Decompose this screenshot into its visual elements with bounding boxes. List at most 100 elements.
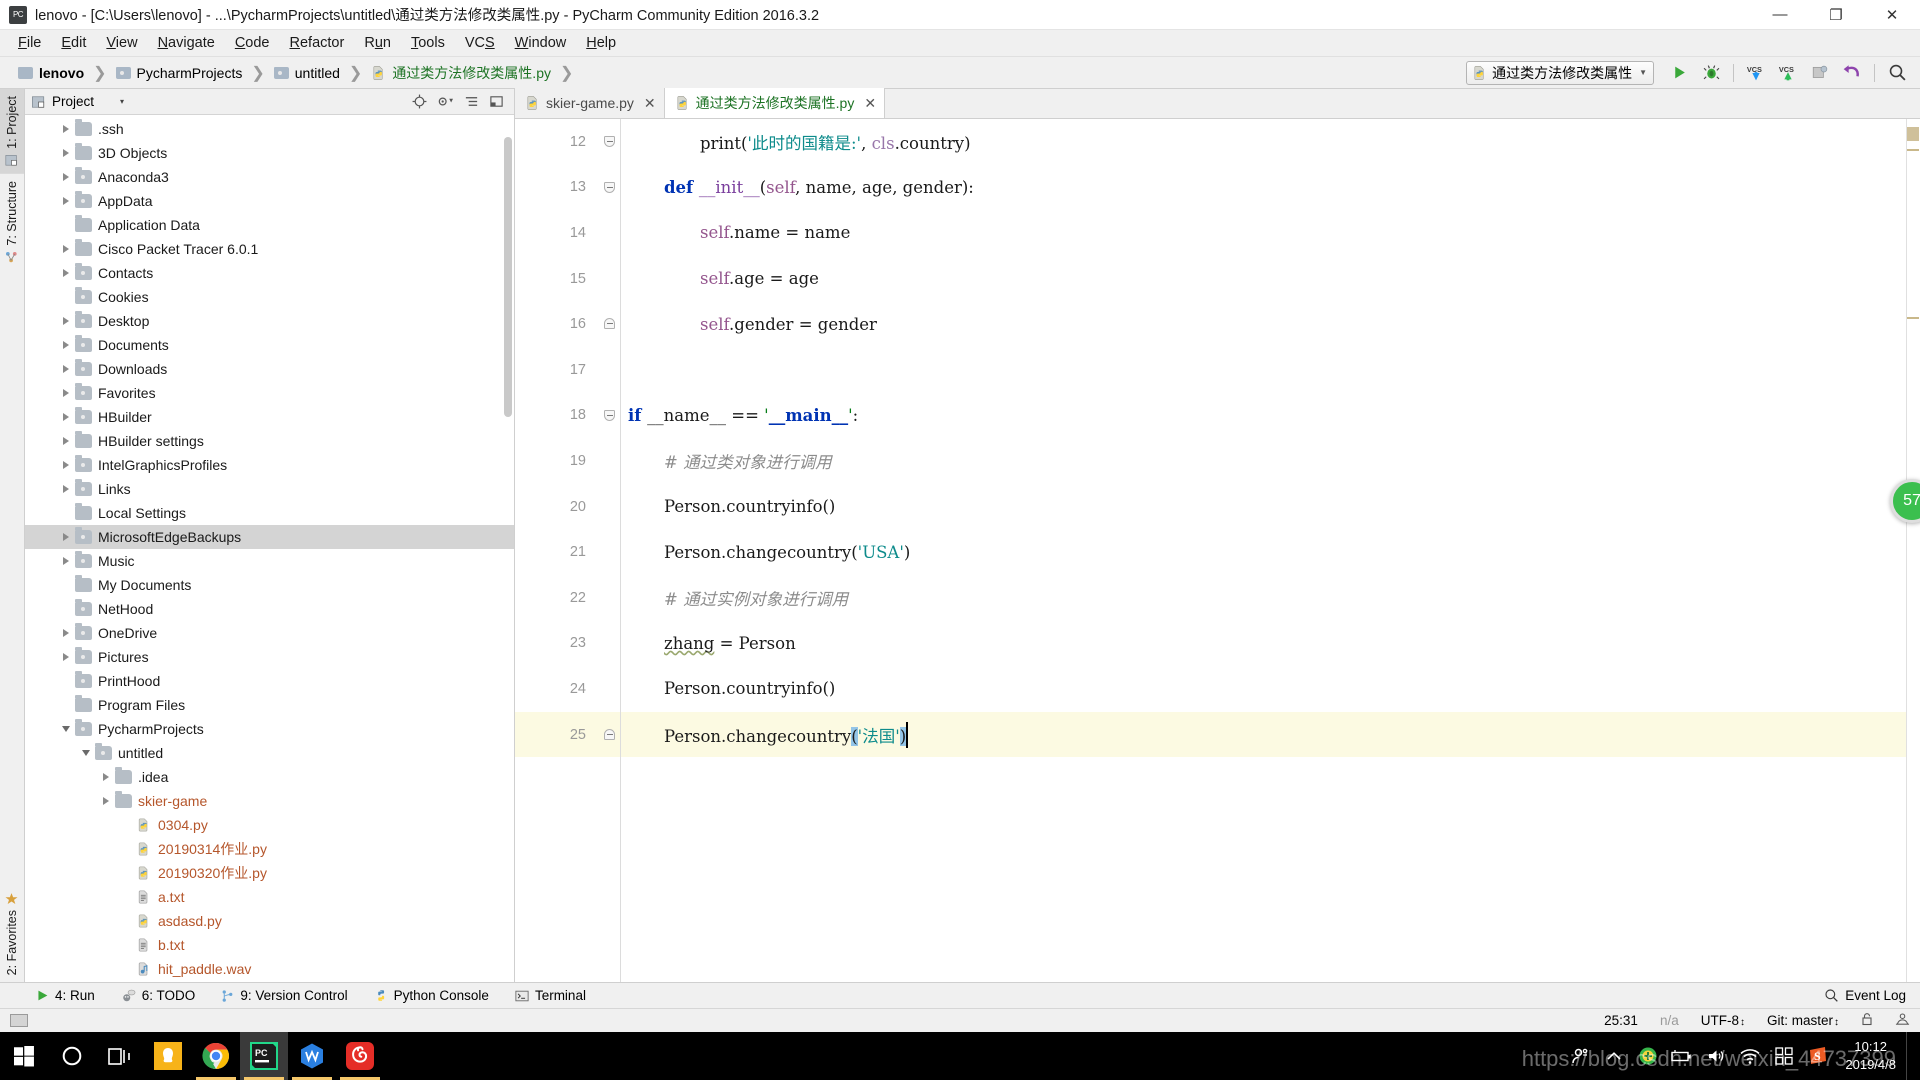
- code-text[interactable]: def __init__(self, name, age, gender):: [664, 178, 974, 197]
- code-text[interactable]: self.name = name: [700, 223, 850, 242]
- tree-node-asdasd-py[interactable]: asdasd.py: [25, 909, 514, 933]
- tree-node-onedrive[interactable]: OneDrive: [25, 621, 514, 645]
- security-icon[interactable]: [1631, 1032, 1665, 1080]
- chevron-right-icon[interactable]: [59, 147, 72, 160]
- tree-node-3d-objects[interactable]: 3D Objects: [25, 141, 514, 165]
- fold-gutter-cell[interactable]: [600, 621, 620, 667]
- code-line-22[interactable]: 22 # 通过实例对象进行调用: [515, 575, 1906, 621]
- battery-icon[interactable]: [1665, 1032, 1699, 1080]
- tree-node-downloads[interactable]: Downloads: [25, 357, 514, 381]
- fold-marker[interactable]: [604, 409, 615, 421]
- line-separator[interactable]: n/a: [1660, 1013, 1679, 1028]
- code-line-18[interactable]: 18 if __name__ == '__main__':: [515, 393, 1906, 439]
- code-text[interactable]: Person.changecountry('USA'): [664, 543, 910, 562]
- tree-node-b-txt[interactable]: b.txt: [25, 933, 514, 957]
- taskbar-clock[interactable]: 10:12 2019/4/8: [1835, 1038, 1906, 1073]
- project-file-tree[interactable]: .ssh 3D Objects Anaconda3 AppData Applicatio…: [25, 115, 514, 982]
- tree-node-contacts[interactable]: Contacts: [25, 261, 514, 285]
- code-text[interactable]: Person.countryinfo(): [664, 679, 835, 698]
- chevron-right-icon[interactable]: [59, 627, 72, 640]
- revert-button[interactable]: [1837, 60, 1867, 86]
- menu-item-file[interactable]: File: [8, 32, 51, 54]
- tree-node--idea[interactable]: .idea: [25, 765, 514, 789]
- breadcrumb-item-3[interactable]: untitled: [273, 65, 340, 81]
- tree-node-nethood[interactable]: NetHood: [25, 597, 514, 621]
- pycharm-button[interactable]: PC: [240, 1032, 288, 1080]
- vcs-branch[interactable]: Git: master↕: [1767, 1013, 1839, 1028]
- code-line-20[interactable]: 20 Person.countryinfo(): [515, 484, 1906, 530]
- chevron-right-icon[interactable]: [59, 555, 72, 568]
- fold-gutter-cell[interactable]: [600, 438, 620, 484]
- code-line-21[interactable]: 21 Person.changecountry('USA'): [515, 529, 1906, 575]
- tree-node-links[interactable]: Links: [25, 477, 514, 501]
- menu-item-vcs[interactable]: VCS: [455, 32, 505, 54]
- marker-line[interactable]: [1907, 317, 1919, 319]
- sogou-tray-icon[interactable]: S: [1801, 1032, 1835, 1080]
- fold-gutter-cell[interactable]: [600, 712, 620, 758]
- fold-gutter-cell[interactable]: [600, 484, 620, 530]
- sidebar-item-structure[interactable]: 7: Structure: [0, 174, 24, 271]
- editor-tab-1[interactable]: skier-game.py ✕: [515, 88, 665, 118]
- menu-item-help[interactable]: Help: [576, 32, 626, 54]
- tree-node-program-files[interactable]: Program Files: [25, 693, 514, 717]
- tool-button-run[interactable]: 4: Run: [36, 988, 95, 1003]
- tree-node-music[interactable]: Music: [25, 549, 514, 573]
- tool-button-python-console[interactable]: Python Console: [374, 988, 489, 1003]
- chrome-button[interactable]: [192, 1032, 240, 1080]
- tree-node-skier-game[interactable]: skier-game: [25, 789, 514, 813]
- sidebar-item-favorites[interactable]: 2: Favorites: [0, 885, 24, 982]
- tree-node-anaconda3[interactable]: Anaconda3: [25, 165, 514, 189]
- tree-node-pictures[interactable]: Pictures: [25, 645, 514, 669]
- tool-button-version-control[interactable]: 9: Version Control: [221, 988, 348, 1003]
- fold-gutter-cell[interactable]: [600, 165, 620, 211]
- tree-node-desktop[interactable]: Desktop: [25, 309, 514, 333]
- breadcrumb-item-2[interactable]: PycharmProjects: [115, 65, 242, 81]
- project-scrollbar[interactable]: [502, 115, 514, 982]
- tree-node-hit-paddle-wav[interactable]: hit_paddle.wav: [25, 957, 514, 981]
- code-line-14[interactable]: 14 self.name = name: [515, 210, 1906, 256]
- tree-node-cisco-packet-tracer-6-0-1[interactable]: Cisco Packet Tracer 6.0.1: [25, 237, 514, 261]
- action-center-icon[interactable]: [1767, 1032, 1801, 1080]
- editor-tab-2[interactable]: 通过类方法修改类属性.py ✕: [664, 88, 886, 118]
- fold-gutter-cell[interactable]: [600, 119, 620, 165]
- menu-item-window[interactable]: Window: [505, 32, 577, 54]
- fold-gutter-cell[interactable]: [600, 529, 620, 575]
- fold-gutter-cell[interactable]: [600, 393, 620, 439]
- caret-position[interactable]: 25:31: [1604, 1013, 1638, 1028]
- menu-item-view[interactable]: View: [96, 32, 147, 54]
- fold-gutter-cell[interactable]: [600, 666, 620, 712]
- chevron-right-icon[interactable]: [59, 363, 72, 376]
- close-icon[interactable]: ✕: [864, 95, 876, 112]
- code-text[interactable]: # 通过实例对象进行调用: [664, 586, 848, 610]
- chevron-right-icon[interactable]: [99, 771, 112, 784]
- fold-marker[interactable]: [604, 318, 615, 330]
- menu-item-tools[interactable]: Tools: [401, 32, 455, 54]
- chevron-right-icon[interactable]: [59, 651, 72, 664]
- code-line-16[interactable]: 16 self.gender = gender: [515, 301, 1906, 347]
- vcs-commit-button[interactable]: VCS: [1773, 60, 1803, 86]
- tree-node-intelgraphicsprofiles[interactable]: IntelGraphicsProfiles: [25, 453, 514, 477]
- code-line-23[interactable]: 23 zhang = Person: [515, 621, 1906, 667]
- breadcrumb-item-4[interactable]: 通过类方法修改类属性.py: [371, 63, 551, 83]
- cortana-button[interactable]: [48, 1032, 96, 1080]
- sidebar-item-project[interactable]: 1: Project: [0, 89, 24, 174]
- volume-icon[interactable]: [1699, 1032, 1733, 1080]
- netease-music-button[interactable]: [336, 1032, 384, 1080]
- vcs-update-button[interactable]: VCS: [1741, 60, 1771, 86]
- code-text[interactable]: zhang = Person: [664, 634, 796, 653]
- marker-line[interactable]: [1907, 149, 1919, 151]
- people-icon[interactable]: [1563, 1032, 1597, 1080]
- tree-node-untitled[interactable]: untitled: [25, 741, 514, 765]
- maximize-button[interactable]: ❐: [1808, 0, 1864, 30]
- settings-icon[interactable]: [437, 94, 454, 109]
- tree-node-favorites[interactable]: Favorites: [25, 381, 514, 405]
- wps-button[interactable]: [288, 1032, 336, 1080]
- code-lines-host[interactable]: 12 print('此时的国籍是:', cls.country) 13 def __i…: [515, 119, 1906, 982]
- code-line-25[interactable]: 25 Person.changecountry('法国'): [515, 711, 1906, 758]
- chevron-right-icon[interactable]: [59, 315, 72, 328]
- hide-icon[interactable]: [489, 94, 504, 109]
- tool-button-terminal[interactable]: Terminal: [515, 988, 586, 1003]
- tree-node-hbuilder[interactable]: HBuilder: [25, 405, 514, 429]
- code-line-24[interactable]: 24 Person.countryinfo(): [515, 666, 1906, 712]
- chevron-right-icon[interactable]: [99, 795, 112, 808]
